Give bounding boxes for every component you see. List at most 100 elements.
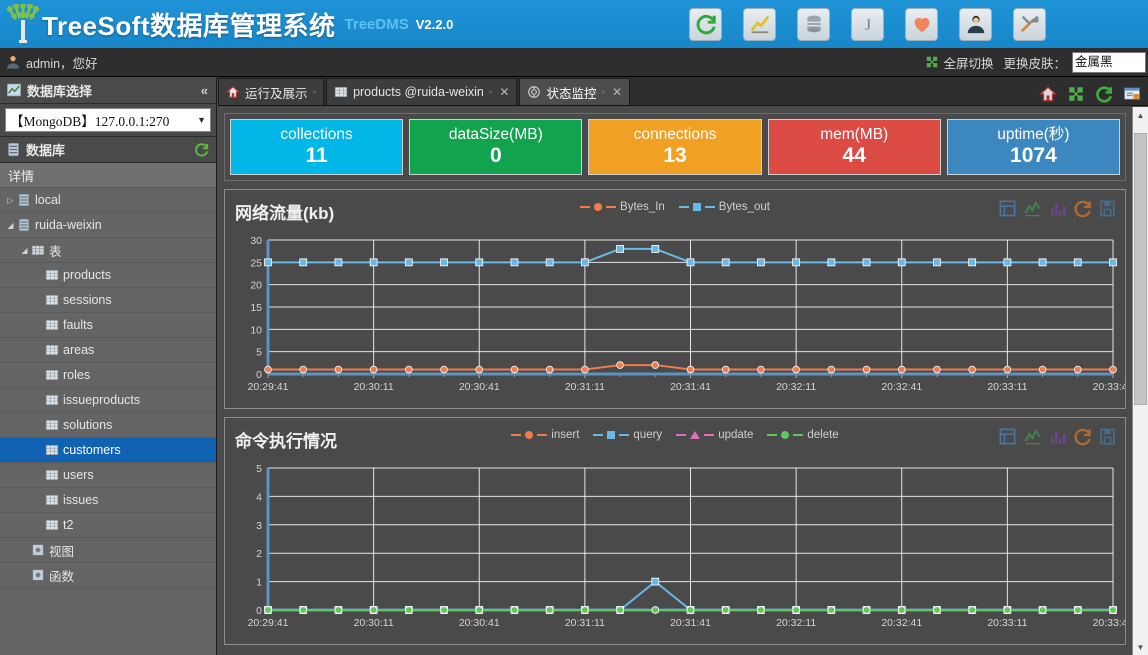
- data-table-icon[interactable]: [998, 427, 1017, 446]
- bar-chart-icon[interactable]: [1048, 199, 1067, 218]
- tree-node-label: 表: [49, 244, 62, 259]
- tree-node-solutions[interactable]: solutions: [0, 413, 216, 438]
- vertical-scrollbar[interactable]: ▲ ▼: [1132, 107, 1148, 655]
- connection-value: 【MongoDB】127.0.0.1:270: [10, 114, 170, 129]
- legend-label: Bytes_out: [718, 201, 770, 213]
- skin-label: 更换皮肤：: [1003, 56, 1066, 71]
- tab-运行及展示[interactable]: 运行及展示 ▫: [218, 78, 325, 105]
- scroll-up-button[interactable]: ▲: [1133, 107, 1148, 123]
- scroll-down-button[interactable]: ▼: [1133, 639, 1148, 655]
- refresh-icon[interactable]: [1095, 85, 1113, 103]
- table-icon: [45, 268, 59, 282]
- userbar-actions: 全屏切换 更换皮肤： 金属黑: [925, 51, 1148, 73]
- data-table-icon[interactable]: [998, 199, 1017, 218]
- tab-drag-handle[interactable]: ▫: [602, 87, 606, 98]
- close-icon[interactable]: ✕: [612, 85, 622, 99]
- tree-node-issueproducts[interactable]: issueproducts: [0, 388, 216, 413]
- database-tree: ▷ local ◢ ruida-weixin ◢ 表 products sessions fau…: [0, 188, 216, 588]
- legend-line: [619, 434, 630, 436]
- legend-line: [593, 434, 604, 436]
- monitor-icon: [527, 85, 541, 99]
- tab-drag-handle[interactable]: ▫: [489, 87, 493, 98]
- kpi-value: 0: [489, 144, 502, 167]
- legend-item-insert[interactable]: insert: [511, 429, 579, 441]
- tree-node-customers[interactable]: customers: [0, 438, 216, 463]
- tree-node-local[interactable]: ▷ local: [0, 188, 216, 213]
- header-icon-bar: J: [689, 7, 1148, 41]
- kpi-card-datasize-mb-: dataSize(MB) 0: [409, 119, 583, 175]
- chart-icon[interactable]: [743, 7, 776, 41]
- fullscreen-icon[interactable]: [925, 55, 939, 69]
- refresh-icon[interactable]: [1073, 199, 1092, 218]
- chart-legend: Bytes_In Bytes_out: [225, 201, 1125, 213]
- refresh-icon[interactable]: [194, 142, 209, 157]
- home-icon[interactable]: [1038, 85, 1058, 103]
- database-icon[interactable]: [797, 7, 830, 41]
- kpi-title: dataSize(MB): [448, 126, 543, 143]
- home-icon: [225, 85, 241, 99]
- legend-item-bytes_in[interactable]: Bytes_In: [580, 201, 665, 213]
- heart-icon[interactable]: [905, 7, 938, 41]
- tree-node--[interactable]: 函数: [0, 563, 216, 588]
- skin-select[interactable]: 金属黑: [1072, 51, 1146, 73]
- svg-text:20: 20: [250, 280, 262, 292]
- table-icon: [45, 293, 59, 307]
- line-chart-icon[interactable]: [1023, 199, 1042, 218]
- tree-node-sessions[interactable]: sessions: [0, 288, 216, 313]
- scroll-thumb[interactable]: [1134, 133, 1147, 405]
- tree-node-label: sessions: [63, 293, 112, 307]
- expand-arrow-icon[interactable]: ◢: [18, 246, 31, 255]
- tree-node--[interactable]: 视图: [0, 538, 216, 563]
- legend-line: [676, 434, 687, 436]
- bar-chart-icon[interactable]: [1048, 427, 1067, 446]
- save-icon[interactable]: [1098, 427, 1117, 446]
- tree-node-ruida-weixin[interactable]: ◢ ruida-weixin: [0, 213, 216, 238]
- line-chart-icon[interactable]: [1023, 427, 1042, 446]
- tree-node-label: areas: [63, 343, 95, 357]
- collapse-icon[interactable]: «: [201, 83, 208, 98]
- svg-text:25: 25: [250, 257, 262, 269]
- refresh-icon[interactable]: [1073, 427, 1092, 446]
- svg-text:3: 3: [256, 520, 262, 532]
- tree-node-products[interactable]: products: [0, 263, 216, 288]
- tree-node-faults[interactable]: faults: [0, 313, 216, 338]
- java-icon[interactable]: J: [851, 7, 884, 41]
- table-icon: [334, 85, 348, 99]
- user-icon[interactable]: [959, 7, 992, 41]
- kpi-value: 11: [305, 144, 328, 167]
- expand-arrow-icon[interactable]: ◢: [4, 221, 17, 230]
- fullscreen-label[interactable]: 全屏切换: [943, 53, 993, 72]
- app-header: TreeSoft数据库管理系统 TreeDMS V2.2.0 J: [0, 0, 1148, 48]
- detail-header: 详情: [0, 163, 216, 188]
- close-icon[interactable]: ✕: [499, 85, 509, 99]
- svg-text:15: 15: [250, 302, 262, 314]
- fullscreen-icon[interactable]: [1067, 85, 1085, 103]
- tree-node-issues[interactable]: issues: [0, 488, 216, 513]
- legend-item-query[interactable]: query: [593, 429, 662, 441]
- svg-text:20:33:11: 20:33:11: [987, 381, 1027, 393]
- refresh-icon[interactable]: [689, 7, 722, 41]
- legend-item-update[interactable]: update: [676, 429, 753, 441]
- table-icon: [45, 368, 59, 382]
- connection-select[interactable]: 【MongoDB】127.0.0.1:270 ▼: [5, 108, 211, 132]
- tab-状态监控[interactable]: 状态监控 ▫ ✕: [519, 78, 631, 105]
- legend-item-delete[interactable]: delete: [767, 429, 839, 441]
- svg-text:4: 4: [256, 491, 262, 503]
- tree-node-areas[interactable]: areas: [0, 338, 216, 363]
- tree-node-users[interactable]: users: [0, 463, 216, 488]
- avatar: [5, 54, 21, 70]
- database-panel-header: 数据库: [0, 136, 216, 163]
- tree-node-roles[interactable]: roles: [0, 363, 216, 388]
- tree-node-t2[interactable]: t2: [0, 513, 216, 538]
- save-icon[interactable]: [1098, 199, 1117, 218]
- view-icon: [31, 543, 45, 557]
- svg-text:J: J: [864, 17, 870, 34]
- network-traffic-panel: 网络流量(kb) Bytes_In Bytes_out 0 5 10 15 20 25 30 2…: [224, 189, 1126, 409]
- tools-icon[interactable]: [1013, 7, 1046, 41]
- window-list-icon[interactable]: [1123, 85, 1141, 103]
- tab-drag-handle[interactable]: ▫: [313, 87, 317, 98]
- expand-arrow-icon[interactable]: ▷: [4, 196, 17, 205]
- legend-item-bytes_out[interactable]: Bytes_out: [678, 201, 770, 213]
- tree-node--[interactable]: ◢ 表: [0, 238, 216, 263]
- tab-products-@ruida-weixin[interactable]: products @ruida-weixin ▫ ✕: [326, 78, 518, 105]
